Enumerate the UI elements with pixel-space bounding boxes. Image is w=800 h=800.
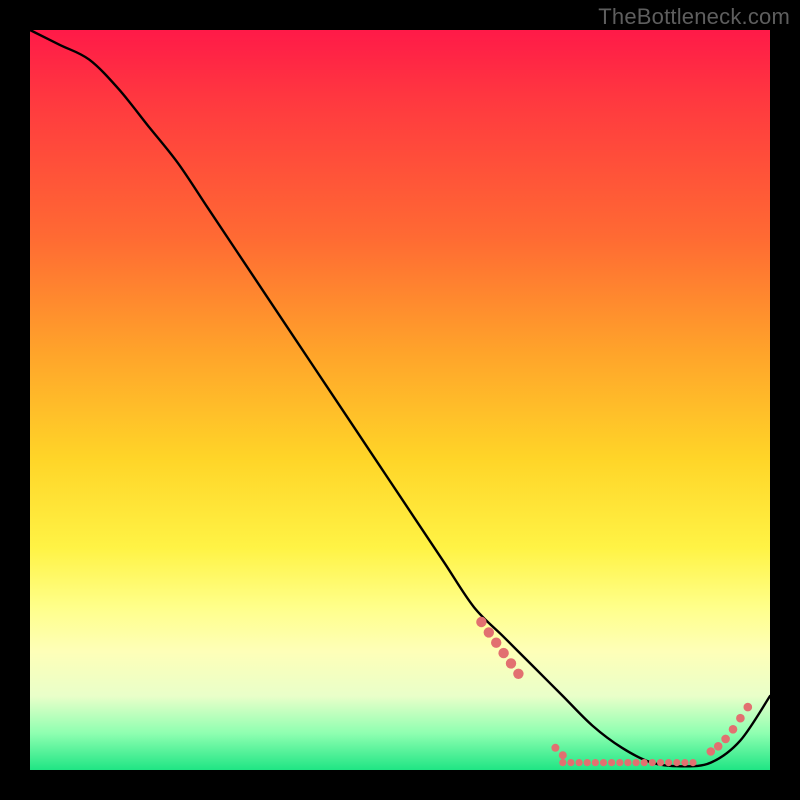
data-point [584, 759, 591, 766]
data-point [657, 759, 664, 766]
data-point [624, 759, 631, 766]
data-point [491, 638, 501, 648]
data-point [567, 759, 574, 766]
data-point [616, 759, 623, 766]
data-point [600, 759, 607, 766]
data-point [484, 627, 494, 637]
data-point [476, 617, 486, 627]
data-point [689, 759, 696, 766]
plot-area [30, 30, 770, 770]
chart-frame: TheBottleneck.com [0, 0, 800, 800]
data-point [551, 744, 559, 752]
data-point [736, 714, 745, 723]
data-point [592, 759, 599, 766]
data-point [633, 759, 640, 766]
data-point [729, 725, 738, 734]
data-point [506, 658, 516, 668]
data-point [498, 648, 508, 658]
data-point [665, 759, 672, 766]
data-point [721, 735, 730, 744]
data-point [608, 759, 615, 766]
data-point [707, 747, 716, 756]
data-point [649, 759, 656, 766]
data-point [714, 742, 723, 751]
data-point [513, 669, 523, 679]
chart-svg [30, 30, 770, 770]
data-point [576, 759, 583, 766]
data-point [559, 759, 566, 766]
watermark-label: TheBottleneck.com [598, 4, 790, 30]
data-point [681, 759, 688, 766]
data-point [641, 759, 648, 766]
data-point [559, 751, 567, 759]
data-point [673, 759, 680, 766]
bottleneck-curve [30, 30, 770, 766]
data-point [744, 703, 753, 712]
